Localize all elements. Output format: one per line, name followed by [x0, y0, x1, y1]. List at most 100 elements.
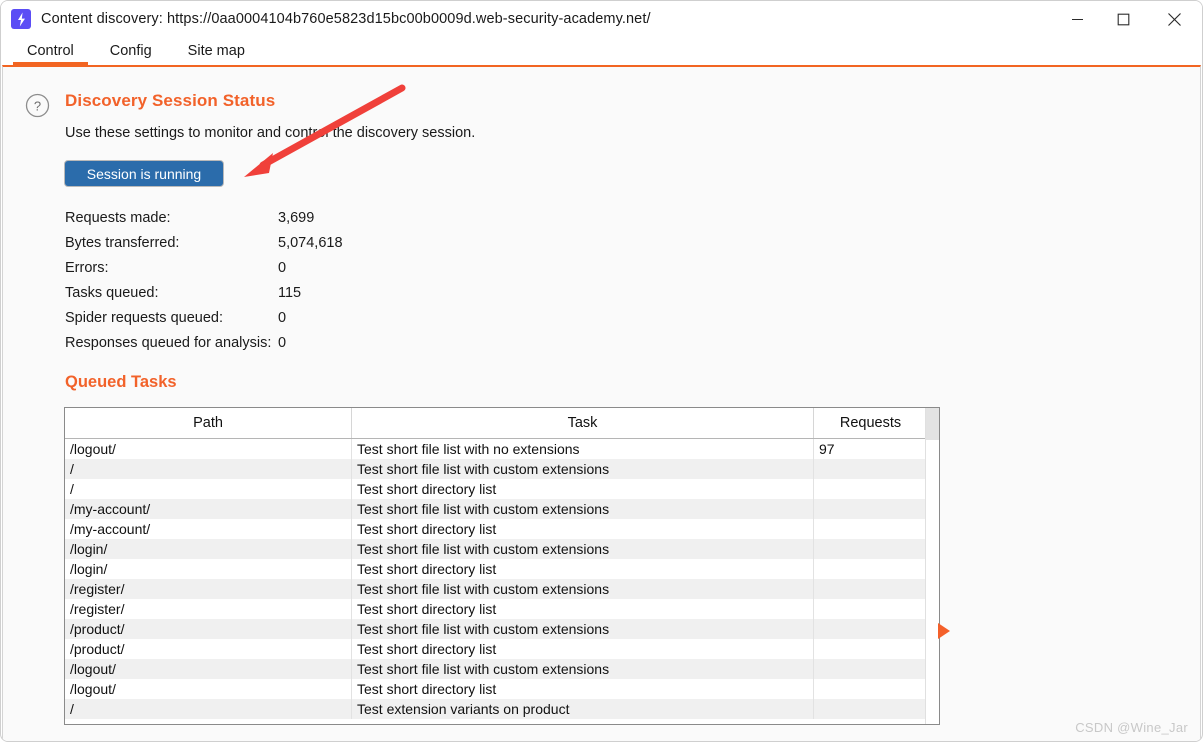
cell-path: /logout/: [65, 438, 352, 459]
window-controls: [1054, 1, 1202, 37]
stat-row: Requests made: 3,699: [65, 205, 343, 230]
cell-requests: [814, 479, 928, 499]
stat-row: Bytes transferred: 5,074,618: [65, 230, 343, 255]
stat-row: Responses queued for analysis: 0: [65, 330, 343, 355]
cell-task: Test short file list with no extensions: [351, 438, 814, 459]
cell-requests: [814, 639, 928, 659]
cell-path: /register/: [65, 599, 352, 619]
stat-label: Tasks queued:: [65, 284, 159, 301]
play-triangle-icon[interactable]: [937, 622, 951, 640]
column-header-task[interactable]: Task: [351, 408, 814, 439]
tab-control[interactable]: Control: [9, 43, 92, 65]
cell-requests: [814, 459, 928, 479]
cell-path: /product/: [65, 619, 352, 639]
stat-label: Spider requests queued:: [65, 309, 223, 326]
stat-label: Errors:: [65, 259, 109, 276]
watermark: CSDN @Wine_Jar: [1075, 720, 1188, 735]
cell-requests: [814, 499, 928, 519]
cell-path: /product/: [65, 639, 352, 659]
section-description: Use these settings to monitor and contro…: [65, 125, 476, 141]
close-icon[interactable]: [1146, 1, 1202, 37]
table-body: /logout/ Test short file list with no ex…: [65, 438, 927, 719]
stat-label: Requests made:: [65, 209, 171, 226]
cell-task: Test short directory list: [351, 679, 814, 699]
cell-path: /logout/: [65, 659, 352, 679]
stat-value: 0: [278, 334, 287, 351]
cell-path: /: [65, 479, 352, 499]
cell-requests: 97: [819, 441, 835, 457]
stat-value: 115: [278, 284, 302, 301]
cell-requests: [814, 659, 928, 679]
table-row[interactable]: / Test extension variants on product: [65, 699, 927, 719]
cell-requests: [814, 559, 928, 579]
cell-task: Test short file list with custom extensi…: [351, 659, 814, 679]
table-row[interactable]: /register/ Test short file list with cus…: [65, 579, 927, 599]
tab-strip: Control Config Site map: [1, 37, 1202, 65]
table-vertical-scrollbar[interactable]: [925, 408, 939, 724]
table-row[interactable]: /logout/ Test short directory list: [65, 679, 927, 699]
cell-task: Test short file list with custom extensi…: [351, 579, 814, 599]
title-bar: Content discovery: https://0aa0004104b76…: [1, 1, 1202, 37]
cell-requests: [814, 579, 928, 599]
cell-path: /: [65, 699, 352, 719]
cell-requests: [814, 539, 928, 559]
content-panel: ? Discovery Session Status Use these set…: [2, 65, 1201, 741]
session-stats-list: Requests made: 3,699 Bytes transferred: …: [65, 205, 343, 355]
cell-path: /login/: [65, 559, 352, 579]
table-row[interactable]: /logout/ Test short file list with custo…: [65, 659, 927, 679]
window-title: Content discovery: https://0aa0004104b76…: [41, 11, 651, 27]
table-row[interactable]: / Test short file list with custom exten…: [65, 459, 927, 479]
tab-config[interactable]: Config: [92, 43, 170, 65]
stat-label: Bytes transferred:: [65, 234, 180, 251]
cell-task: Test short directory list: [351, 599, 814, 619]
cell-path: /login/: [65, 539, 352, 559]
table-row[interactable]: / Test short directory list: [65, 479, 927, 499]
stat-row: Errors: 0: [65, 255, 343, 280]
lightning-bolt-icon: [11, 9, 31, 29]
stat-value: 3,699: [278, 209, 315, 226]
stat-row: Tasks queued: 115: [65, 280, 343, 305]
cell-task: Test short directory list: [351, 639, 814, 659]
column-header-path[interactable]: Path: [65, 408, 352, 439]
session-toggle-button[interactable]: Session is running: [64, 160, 224, 187]
table-row[interactable]: /my-account/ Test short directory list: [65, 519, 927, 539]
scrollbar-thumb[interactable]: [926, 408, 939, 440]
cell-task: Test short directory list: [351, 519, 814, 539]
queued-tasks-title: Queued Tasks: [65, 373, 177, 391]
queued-tasks-table-container: Path Task Requests /logout/ Test short f…: [64, 407, 940, 725]
table-row[interactable]: /login/ Test short directory list: [65, 559, 927, 579]
cell-task: Test short directory list: [351, 479, 814, 499]
stat-row: Spider requests queued: 0: [65, 305, 343, 330]
cell-task: Test extension variants on product: [351, 699, 814, 719]
question-mark-icon[interactable]: ?: [25, 93, 50, 118]
column-header-requests[interactable]: Requests: [813, 408, 927, 439]
table-row[interactable]: /logout/ Test short file list with no ex…: [65, 438, 927, 459]
stat-value: 0: [278, 309, 287, 326]
cell-path: /my-account/: [65, 519, 352, 539]
cell-requests: [814, 619, 928, 639]
cell-path: /: [65, 459, 352, 479]
cell-task: Test short file list with custom extensi…: [351, 619, 814, 639]
table-row[interactable]: /login/ Test short file list with custom…: [65, 539, 927, 559]
tab-site-map[interactable]: Site map: [170, 43, 263, 65]
cell-path: /my-account/: [65, 499, 352, 519]
cell-task: Test short file list with custom extensi…: [351, 459, 814, 479]
queued-tasks-table: Path Task Requests /logout/ Test short f…: [65, 408, 927, 719]
table-row[interactable]: /product/ Test short file list with cust…: [65, 619, 927, 639]
cell-requests: [814, 519, 928, 539]
cell-requests: [814, 599, 928, 619]
cell-path: /logout/: [65, 679, 352, 699]
cell-task: Test short file list with custom extensi…: [351, 499, 814, 519]
stat-value: 0: [278, 259, 287, 276]
cell-requests: [814, 679, 928, 699]
table-header-row: Path Task Requests: [65, 408, 927, 439]
minimize-icon[interactable]: [1054, 1, 1100, 37]
cell-path: /register/: [65, 579, 352, 599]
maximize-icon[interactable]: [1100, 1, 1146, 37]
table-row[interactable]: /register/ Test short directory list: [65, 599, 927, 619]
table-row[interactable]: /product/ Test short directory list: [65, 639, 927, 659]
cell-task: Test short directory list: [351, 559, 814, 579]
stat-value: 5,074,618: [278, 234, 343, 251]
table-row[interactable]: /my-account/ Test short file list with c…: [65, 499, 927, 519]
application-window: Content discovery: https://0aa0004104b76…: [0, 0, 1203, 742]
